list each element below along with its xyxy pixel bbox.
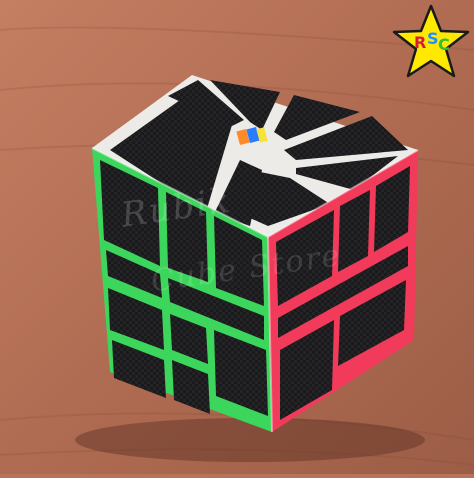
store-logo: R S C bbox=[392, 4, 470, 82]
logo-letter-c: C bbox=[438, 35, 450, 54]
logo-letter-s: S bbox=[427, 29, 439, 48]
star-icon: R S C bbox=[392, 4, 470, 78]
logo-letter-r: R bbox=[414, 33, 426, 52]
cube-shadow bbox=[75, 418, 425, 462]
photo-scene: Rubik Cube Store R S C bbox=[0, 0, 474, 474]
